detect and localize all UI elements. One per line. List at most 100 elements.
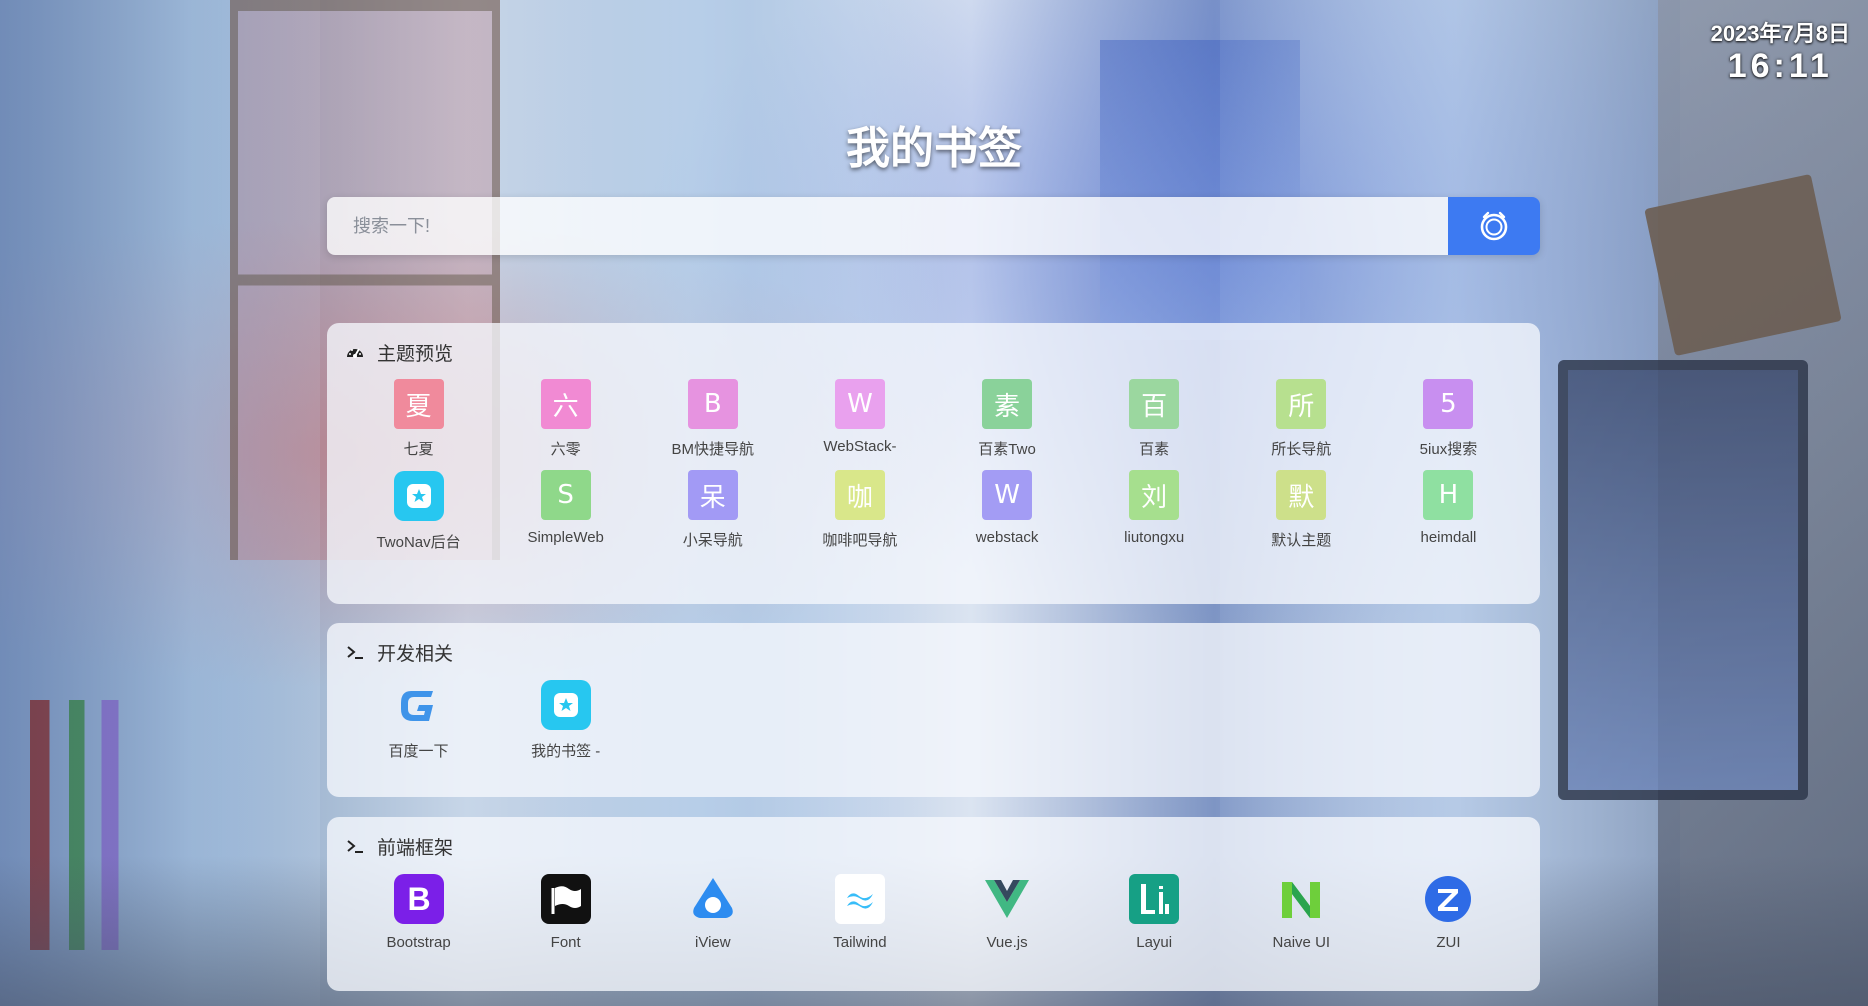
twonav-logo-icon <box>393 470 445 522</box>
section-title: 主题预览 <box>377 343 454 365</box>
letter-tile-icon: 呆 <box>687 470 738 520</box>
dashboard-icon <box>345 342 365 362</box>
bookmark-label: 百素 <box>1139 441 1170 458</box>
bookmark-label: SimpleWeb <box>527 529 604 546</box>
letter-tile-icon: 素 <box>982 379 1033 429</box>
search-input[interactable] <box>327 197 1448 255</box>
search-bar <box>327 197 1540 255</box>
section-title: 前端框架 <box>377 837 454 859</box>
bookmark-item[interactable]: 咖咖啡吧导航 <box>786 470 933 551</box>
clock-date: 2023年7月8日 <box>1710 21 1850 46</box>
bookmark-label: 百度一下 <box>388 743 449 760</box>
bookmark-item[interactable]: W WebStack- <box>786 379 933 458</box>
letter-tile-icon: 百 <box>1129 379 1180 429</box>
bookmark-item[interactable]: 六六零 <box>492 379 639 458</box>
letter-tile-icon: 咖 <box>834 470 885 520</box>
bookmark-label: 百素Two <box>978 441 1036 458</box>
bookmark-item[interactable]: B BM快捷导航 <box>639 379 786 458</box>
svg-text:B: B <box>407 881 430 917</box>
section-header: 主题预览 <box>345 339 1522 365</box>
bookmark-label: TwoNav后台 <box>376 534 461 551</box>
bookmark-label: Tailwind <box>833 934 887 951</box>
letter-tile-icon: W <box>982 470 1033 520</box>
search-button[interactable] <box>1448 197 1540 255</box>
bookmark-item[interactable]: 我的书签 - <box>492 679 639 760</box>
bookmark-label: Naive UI <box>1272 934 1331 951</box>
bookmark-item[interactable]: 呆小呆导航 <box>639 470 786 551</box>
page-title: 我的书签 <box>846 124 1022 173</box>
bookmark-label: 所长导航 <box>1271 441 1332 458</box>
section-card-frontend-frameworks: 前端框架 B Bootstrap Font iView Tailwind Vue.js Lay… <box>327 817 1540 991</box>
gicon-logo-icon <box>393 679 445 731</box>
bookmark-item[interactable]: 默默认主题 <box>1228 470 1375 551</box>
naive-logo-icon <box>1275 873 1327 925</box>
terminal-icon <box>345 836 365 856</box>
bookmark-label: 小呆导航 <box>682 532 743 549</box>
section-header: 开发相关 <box>345 639 1522 665</box>
layui-logo-icon <box>1128 873 1180 925</box>
section-card-dev-related: 开发相关百度一下 我的书签 - <box>327 623 1540 797</box>
bookmark-item[interactable]: S SimpleWeb <box>492 470 639 551</box>
letter-tile-icon: H <box>1423 470 1474 520</box>
bookmark-item[interactable]: Hheimdall <box>1375 470 1522 551</box>
zui-logo-icon <box>1422 873 1474 925</box>
bookmark-label: iView <box>695 934 731 951</box>
bookmark-item[interactable]: Tailwind <box>786 873 933 954</box>
bookmark-label: liutongxu <box>1124 529 1185 546</box>
letter-tile-icon: 所 <box>1276 379 1327 429</box>
letter-tile-icon: 刘 <box>1129 470 1180 520</box>
tailwind-logo-icon <box>834 873 886 925</box>
bookmark-label: 默认主题 <box>1271 532 1332 549</box>
letter-tile-icon: 默 <box>1276 470 1327 520</box>
bookmark-label: Bootstrap <box>386 934 451 951</box>
bookmark-label: 咖啡吧导航 <box>822 532 898 549</box>
bookmark-item[interactable]: 刘 liutongxu <box>1081 470 1228 551</box>
bookmark-item[interactable]: Vue.js <box>934 873 1081 954</box>
clock-time: 16:11 <box>1727 47 1833 85</box>
bookmark-item[interactable]: 夏七夏 <box>345 379 492 458</box>
letter-tile-icon: B <box>687 379 738 429</box>
letter-tile-icon: W <box>834 379 885 429</box>
section-header: 前端框架 <box>345 833 1522 859</box>
bookmark-item[interactable]: Naive UI <box>1228 873 1375 954</box>
search-engine-icon <box>1480 211 1508 241</box>
bookmark-grid: 夏七夏六六零 B BM快捷导航 W WebStack- 素百素Two 百百素所所长导航 5 5i… <box>345 379 1522 551</box>
background-monitor <box>1558 360 1808 800</box>
bookmark-label: 六零 <box>550 441 581 458</box>
bookmark-label: BM快捷导航 <box>671 441 755 458</box>
bookmark-item[interactable]: 素百素Two <box>934 379 1081 458</box>
bookmark-label: ZUI <box>1436 934 1461 951</box>
bookmark-label: webstack <box>975 529 1039 546</box>
bookmark-label: 七夏 <box>403 441 434 458</box>
bookmark-label: 5iux搜索 <box>1419 441 1478 458</box>
bookmark-item[interactable]: iView <box>639 873 786 954</box>
bookmark-item[interactable]: B Bootstrap <box>345 873 492 954</box>
bookmark-grid: 百度一下 我的书签 - <box>345 679 1522 760</box>
section-card-theme-preview: 主题预览夏七夏六六零 B BM快捷导航 W WebStack- 素百素Two 百百素所所长导… <box>327 323 1540 604</box>
bookmark-item[interactable]: TwoNav后台 <box>345 470 492 551</box>
bookmark-item[interactable]: Layui <box>1081 873 1228 954</box>
bookmark-item[interactable]: Wwebstack <box>934 470 1081 551</box>
iview-logo-icon <box>687 873 739 925</box>
bookmark-label: Vue.js <box>986 934 1028 951</box>
vue-logo-icon <box>981 873 1033 925</box>
clock: 2023年7月8日 16:11 <box>1711 16 1850 84</box>
bookmark-label: Layui <box>1136 934 1173 951</box>
flag-logo-icon <box>540 873 592 925</box>
bootstrap-logo-icon: B <box>393 873 445 925</box>
bookmark-label: 我的书签 - <box>531 743 601 760</box>
terminal-icon <box>345 642 365 662</box>
bookmark-item[interactable]: 所所长导航 <box>1228 379 1375 458</box>
bookmark-grid: B Bootstrap Font iView Tailwind Vue.js Layui Na… <box>345 873 1522 954</box>
section-title: 开发相关 <box>377 643 454 665</box>
letter-tile-icon: 夏 <box>393 379 444 429</box>
bookmark-item[interactable]: 5 5iux搜索 <box>1375 379 1522 458</box>
bookmark-label: WebStack- <box>823 438 897 455</box>
bookmark-item[interactable]: 百度一下 <box>345 679 492 760</box>
letter-tile-icon: 5 <box>1423 379 1474 429</box>
bookmark-item[interactable]: 百百素 <box>1081 379 1228 458</box>
bookmark-item[interactable]: Font <box>492 873 639 954</box>
bookmark-label: heimdall <box>1420 529 1477 546</box>
bookmark-item[interactable]: ZUI <box>1375 873 1522 954</box>
bookmark-label: Font <box>550 934 581 951</box>
